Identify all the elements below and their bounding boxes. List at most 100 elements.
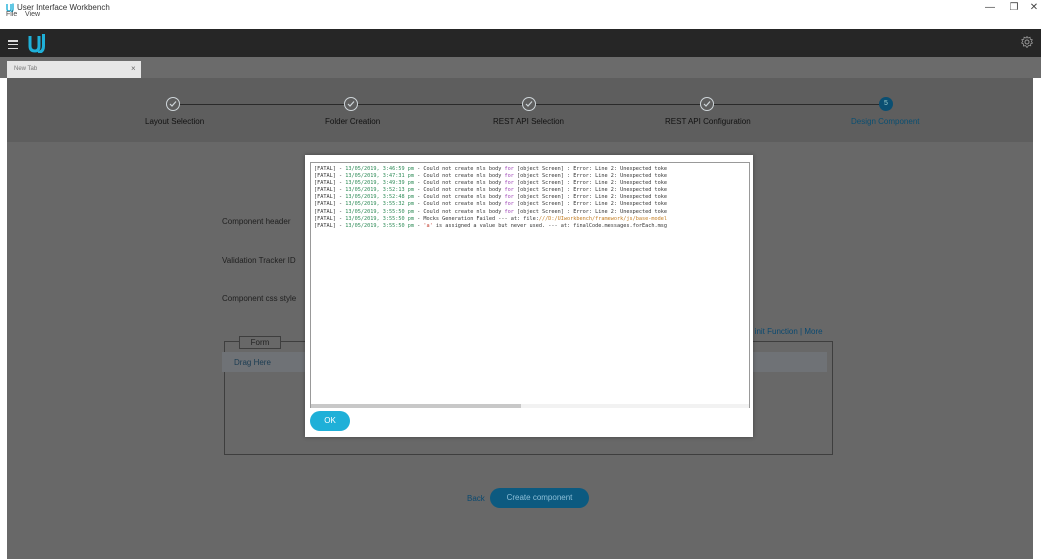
menu-view[interactable]: View (25, 11, 40, 18)
log-timestamp: 13/05/2019, 3:52:13 pm (345, 187, 414, 194)
settings-gear-icon[interactable] (1021, 36, 1033, 48)
component-css-label: Component css style (222, 294, 297, 303)
log-separator: - (413, 173, 424, 180)
hamburger-menu-icon[interactable] (8, 40, 18, 50)
log-timestamp: 13/05/2019, 3:55:50 pm (345, 215, 414, 222)
log-tag: [FATAL] (314, 201, 336, 208)
tab-strip (0, 57, 1041, 78)
log-rest: is assigned a value but never used. --- … (432, 222, 667, 229)
log-line: [FATAL] - 13/05/2019, 3:55:50 pm - Could… (314, 209, 667, 216)
log-message: Could not create nls body (423, 180, 505, 187)
log-tag: [FATAL] (314, 166, 336, 172)
log-timestamp: 13/05/2019, 3:49:39 pm (345, 180, 414, 187)
log-line: [FATAL] - 13/05/2019, 3:49:39 pm - Could… (314, 180, 667, 187)
step-label-layout-selection: Layout Selection (145, 117, 205, 126)
log-tag: [FATAL] (314, 222, 336, 229)
component-header-label: Component header (222, 217, 291, 226)
step-done-check-icon[interactable] (700, 97, 714, 111)
log-separator: - (335, 194, 346, 201)
step-done-check-icon[interactable] (344, 97, 358, 111)
log-timestamp: 13/05/2019, 3:55:32 pm (345, 201, 414, 208)
log-separator: - (335, 187, 346, 194)
log-line: [FATAL] - 13/05/2019, 3:55:50 pm - 'a' i… (314, 223, 667, 230)
log-separator: - (413, 187, 424, 194)
log-message: Could not create nls body (423, 187, 505, 194)
log-timestamp: 13/05/2019, 3:52:48 pm (345, 194, 414, 201)
step-done-check-icon[interactable] (522, 97, 536, 111)
log-line: [FATAL] - 13/05/2019, 3:55:32 pm - Could… (314, 201, 667, 208)
log-line: [FATAL] - 13/05/2019, 3:46:59 pm - Could… (314, 166, 667, 173)
drag-here-row-end (752, 352, 827, 372)
step-label-design-component: Design Component (851, 117, 920, 126)
log-tag: [FATAL] (314, 194, 336, 201)
drag-here-label: Drag Here (234, 358, 271, 367)
log-message: Could not create nls body (423, 166, 505, 172)
step-done-check-icon[interactable] (166, 97, 180, 111)
step-label-rest-api-configuration: REST API Configuration (665, 117, 751, 126)
log-tag: [FATAL] (314, 180, 336, 187)
log-timestamp: 13/05/2019, 3:55:50 pm (345, 208, 414, 215)
log-keyword: for (504, 180, 514, 187)
close-button[interactable]: ✕ (1027, 2, 1041, 13)
log-separator: - (413, 194, 424, 201)
log-scrollbar-thumb[interactable] (311, 404, 521, 408)
menu-file[interactable]: File (6, 11, 17, 18)
step-connector (713, 104, 880, 105)
log-output[interactable]: [FATAL] - 13/05/2019, 3:46:59 pm - Could… (310, 162, 750, 408)
step-connector (535, 104, 701, 105)
form-legend: Form (239, 336, 281, 349)
step-connector (179, 104, 346, 105)
log-separator: - (413, 166, 424, 172)
restore-button[interactable]: ❐ (1007, 2, 1021, 13)
create-component-button[interactable]: Create component (490, 488, 589, 508)
log-rest: [object Screen] : Error: Line 2: Unexpec… (513, 173, 667, 180)
log-line: [FATAL] - 13/05/2019, 3:52:48 pm - Could… (314, 194, 667, 201)
log-separator: - (413, 201, 424, 208)
stepper-panel (7, 78, 1033, 142)
log-separator: - (413, 222, 424, 229)
log-separator: - (335, 201, 346, 208)
log-keyword: for (504, 194, 514, 201)
log-message: Could not create nls body (423, 173, 505, 180)
log-rest: [object Screen] : Error: Line 2: Unexpec… (513, 194, 667, 201)
log-keyword: for (504, 208, 514, 215)
log-keyword: for (504, 187, 514, 194)
log-lines: [FATAL] - 13/05/2019, 3:46:59 pm - Could… (314, 166, 667, 230)
back-link[interactable]: Back (467, 494, 485, 503)
log-timestamp: 13/05/2019, 3:47:31 pm (345, 173, 414, 180)
log-separator: - (335, 222, 346, 229)
log-message: Could not create nls body (423, 201, 505, 208)
step-active-number[interactable]: 5 (879, 97, 893, 111)
log-tag: [FATAL] (314, 208, 336, 215)
log-keyword: for (504, 166, 514, 172)
log-separator: - (335, 166, 346, 172)
app-bar (0, 29, 1041, 57)
log-message: Could not create nls body (423, 208, 505, 215)
log-separator: - (335, 215, 346, 222)
step-label-folder-creation: Folder Creation (325, 117, 381, 126)
log-path: ///D:/UIworkbench/framework/js/base-mode… (538, 215, 667, 222)
log-separator: - (335, 208, 346, 215)
log-string: 'a' (423, 222, 433, 229)
init-function-links[interactable]: dit init Function | More (744, 327, 823, 336)
log-message: Mocks Generation Failed --- at: file: (423, 215, 539, 222)
log-line: [FATAL] - 13/05/2019, 3:52:13 pm - Could… (314, 187, 667, 194)
log-separator: - (335, 180, 346, 187)
log-line: [FATAL] - 13/05/2019, 3:47:31 pm - Could… (314, 173, 667, 180)
log-separator: - (413, 215, 424, 222)
tab-label: New Tab (14, 66, 38, 72)
step-label-rest-api-selection: REST API Selection (493, 117, 564, 126)
log-timestamp: 13/05/2019, 3:46:59 pm (345, 166, 414, 172)
log-keyword: for (504, 201, 514, 208)
log-tag: [FATAL] (314, 173, 336, 180)
log-message: Could not create nls body (423, 194, 505, 201)
log-separator: - (413, 180, 424, 187)
log-timestamp: 13/05/2019, 3:55:50 pm (345, 222, 414, 229)
log-separator: - (413, 208, 424, 215)
minimize-button[interactable]: — (983, 2, 997, 13)
log-separator: - (335, 173, 346, 180)
log-rest: [object Screen] : Error: Line 2: Unexpec… (513, 180, 667, 187)
ok-button[interactable]: OK (310, 411, 350, 431)
log-keyword: for (504, 173, 514, 180)
tab-close-icon[interactable]: × (131, 64, 136, 73)
